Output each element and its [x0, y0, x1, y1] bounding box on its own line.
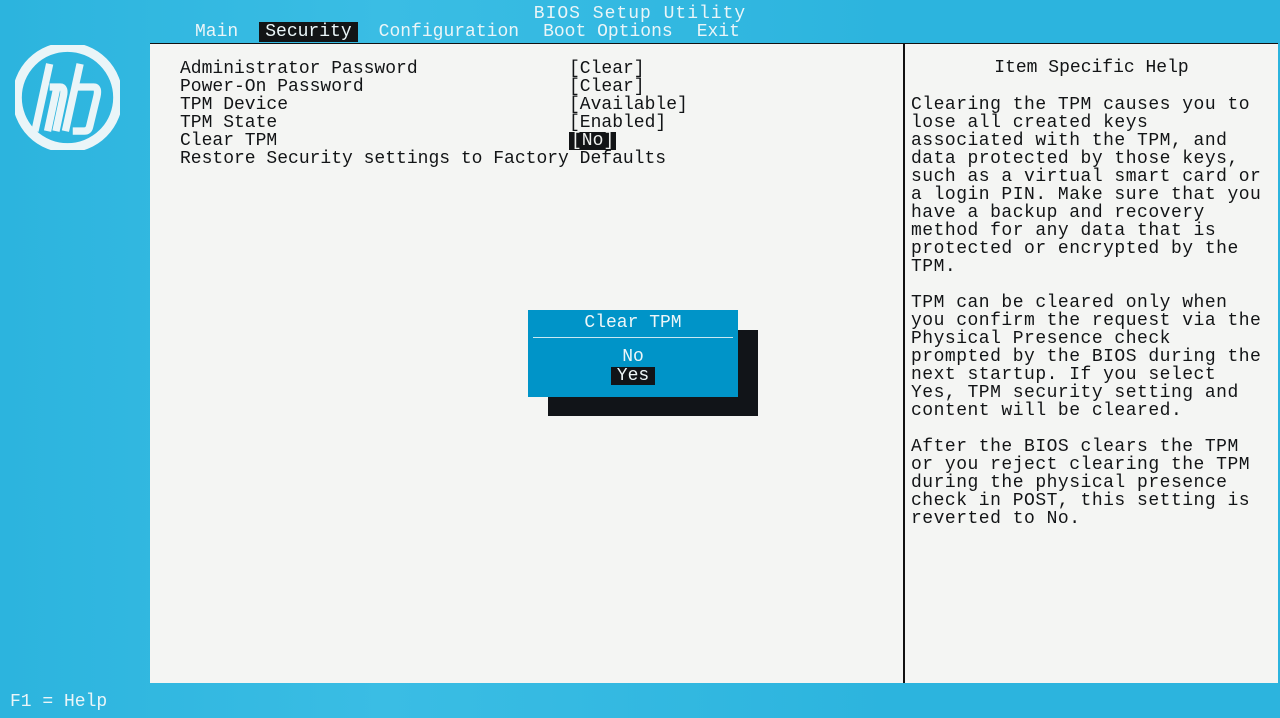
dialog-options: NoYes	[529, 348, 737, 392]
dialog-option-no[interactable]: No	[533, 348, 733, 366]
setting-value[interactable]: [No]	[569, 132, 616, 150]
setting-row[interactable]: TPM State[Enabled]	[180, 114, 873, 132]
page-title: BIOS Setup Utility	[0, 4, 1280, 24]
help-paragraph: Clearing the TPM causes you to lose all …	[911, 96, 1272, 276]
dialog-option-yes[interactable]: Yes	[529, 366, 737, 386]
menu-item-configuration[interactable]: Configuration	[376, 22, 522, 42]
main-panel: Administrator Password[Clear]Power-On Pa…	[150, 44, 905, 683]
setting-row[interactable]: Clear TPM[No]	[180, 132, 873, 150]
setting-label: Power-On Password	[180, 78, 569, 96]
bios-screen: BIOS Setup Utility Main Security Configura…	[0, 0, 1280, 718]
help-paragraph: After the BIOS clears the TPM or you rej…	[911, 438, 1272, 528]
help-title: Item Specific Help	[911, 58, 1272, 78]
setting-row[interactable]: Administrator Password[Clear]	[180, 60, 873, 78]
dialog-title: Clear TPM	[533, 311, 733, 338]
help-panel: Item Specific Help Clearing the TPM caus…	[905, 44, 1278, 683]
setting-value[interactable]: [Enabled]	[569, 114, 666, 132]
menu-item-main[interactable]: Main	[192, 22, 241, 42]
setting-row[interactable]: TPM Device[Available]	[180, 96, 873, 114]
setting-row[interactable]: Power-On Password[Clear]	[180, 78, 873, 96]
dialog-box: Clear TPM NoYes	[528, 310, 738, 397]
panels: Administrator Password[Clear]Power-On Pa…	[150, 43, 1278, 683]
settings-list: Administrator Password[Clear]Power-On Pa…	[180, 60, 873, 168]
setting-value[interactable]: [Clear]	[569, 78, 645, 96]
setting-label: Clear TPM	[180, 132, 569, 150]
menu-item-exit[interactable]: Exit	[694, 22, 743, 42]
menu-item-security[interactable]: Security	[259, 22, 357, 42]
setting-label: Restore Security settings to Factory Def…	[180, 150, 569, 168]
setting-value[interactable]: [Available]	[569, 96, 688, 114]
setting-row[interactable]: Restore Security settings to Factory Def…	[180, 150, 873, 168]
setting-value[interactable]: [Clear]	[569, 60, 645, 78]
footer-help-hint: F1 = Help	[10, 692, 107, 712]
setting-label: Administrator Password	[180, 60, 569, 78]
menu-bar: Main Security Configuration Boot Options Exi…	[192, 22, 743, 42]
menu-item-boot-options[interactable]: Boot Options	[540, 22, 676, 42]
dialog: Clear TPM NoYes	[528, 310, 738, 397]
help-paragraph: TPM can be cleared only when you confirm…	[911, 294, 1272, 420]
help-body: Clearing the TPM causes you to lose all …	[911, 96, 1272, 528]
hp-logo	[15, 45, 120, 150]
setting-label: TPM Device	[180, 96, 569, 114]
setting-label: TPM State	[180, 114, 569, 132]
